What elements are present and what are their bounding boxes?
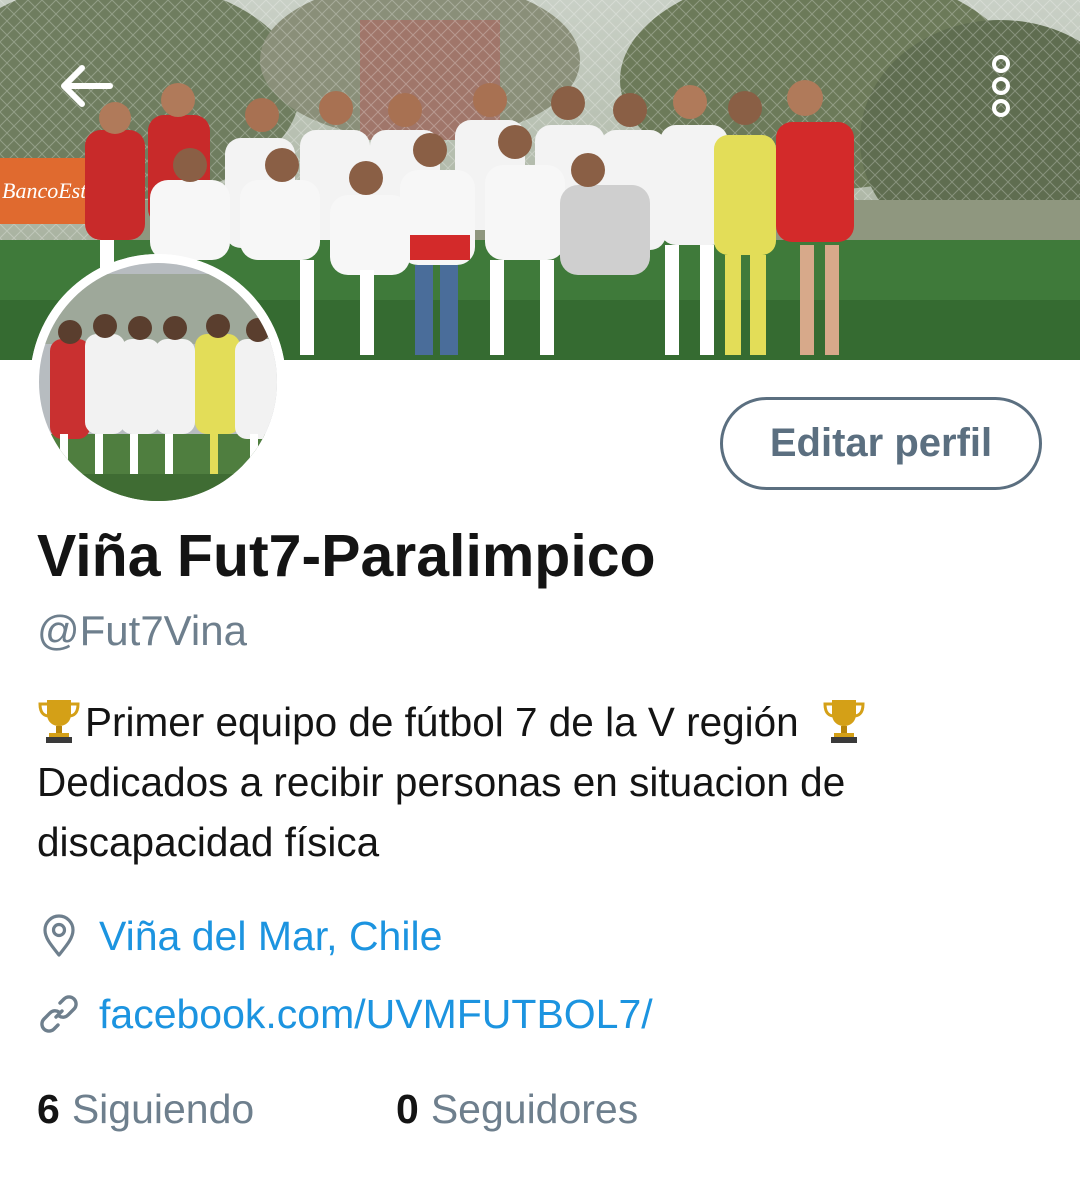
bio-text-1: Primer equipo de fútbol 7 de la V región (85, 699, 799, 745)
avatar-photo (30, 254, 286, 510)
following-stat[interactable]: 6 Siguiendo (37, 1080, 254, 1138)
more-vertical-icon (992, 55, 1010, 117)
location-pin-icon (37, 914, 81, 958)
arrow-left-icon (61, 65, 113, 107)
profile-display-name: Viña Fut7-Paralimpico (37, 523, 656, 589)
following-count: 6 (37, 1086, 60, 1132)
edit-profile-button[interactable]: Editar perfil (720, 397, 1042, 490)
bio-text-2: Dedicados a recibir personas en situacio… (37, 759, 846, 805)
bio-line-1: Primer equipo de fútbol 7 de la V región (37, 692, 1047, 752)
back-button[interactable] (44, 44, 128, 128)
profile-handle: @Fut7Vina (37, 607, 247, 654)
more-options-button[interactable] (966, 44, 1036, 128)
trophy-icon (38, 700, 80, 743)
avatar[interactable] (30, 254, 286, 510)
followers-stat[interactable]: 0 Seguidores (396, 1080, 638, 1138)
profile-bio: Primer equipo de fútbol 7 de la V región… (37, 692, 1047, 872)
profile-page: BancoEstad Editar perfil Viña Fut7-Paral… (0, 0, 1080, 1194)
profile-website: facebook.com/UVMFUTBOL7/ (37, 984, 653, 1044)
following-label: Siguiendo (71, 1086, 255, 1132)
profile-location: Viña del Mar, Chile (37, 906, 442, 966)
location-link[interactable]: Viña del Mar, Chile (99, 906, 442, 966)
link-icon (37, 992, 81, 1036)
followers-count: 0 (396, 1086, 419, 1132)
bio-text-3: discapacidad física (37, 819, 380, 865)
trophy-icon (823, 700, 865, 743)
website-link[interactable]: facebook.com/UVMFUTBOL7/ (99, 984, 653, 1044)
followers-label: Seguidores (430, 1086, 639, 1132)
